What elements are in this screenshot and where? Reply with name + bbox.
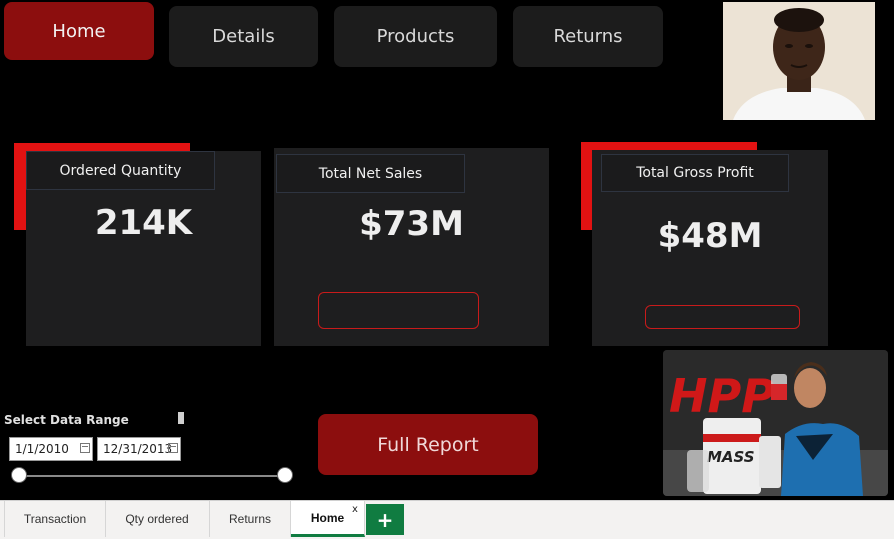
slicer-menu-icon[interactable] [178, 412, 184, 424]
promo-image: HPP MASS [663, 350, 888, 496]
calendar-icon[interactable] [80, 443, 90, 453]
kpi-card-ordered-quantity: Ordered Quantity 214K [26, 151, 261, 346]
tab-returns[interactable]: Returns [210, 501, 291, 537]
nav-products-button[interactable]: Products [334, 6, 497, 67]
full-report-button[interactable]: Full Report [318, 414, 538, 475]
kpi-value: $48M [657, 216, 763, 256]
profile-photo [723, 2, 875, 120]
kpi-empty-slot [645, 305, 800, 329]
kpi-title: Total Gross Profit [601, 154, 789, 192]
kpi-value: 214K [94, 203, 193, 243]
tab-qty-ordered[interactable]: Qty ordered [105, 501, 210, 537]
kpi-card-total-gross-profit: Total Gross Profit $48M [592, 150, 828, 346]
kpi-value: $73M [359, 204, 464, 244]
range-start-handle[interactable] [11, 467, 27, 483]
calendar-icon[interactable] [168, 443, 178, 453]
slicer-title: Select Data Range [4, 413, 129, 427]
date-range-track[interactable] [19, 475, 285, 477]
nav-home-button[interactable]: Home [4, 2, 154, 60]
end-date-input[interactable]: 12/31/2013 [97, 437, 181, 461]
promo-product: MASS [707, 448, 755, 466]
nav-details-button[interactable]: Details [169, 6, 318, 67]
kpi-title: Total Net Sales [276, 154, 465, 193]
promo-brand: HPP [669, 369, 775, 423]
kpi-empty-slot [318, 292, 479, 329]
start-date-input[interactable]: 1/1/2010 [9, 437, 93, 461]
nav-returns-button[interactable]: Returns [513, 6, 663, 67]
kpi-title: Ordered Quantity [26, 151, 215, 190]
add-tab-button[interactable]: + [366, 504, 404, 535]
start-date-value: 1/1/2010 [15, 442, 69, 456]
end-date-value: 12/31/2013 [103, 442, 173, 456]
close-tab-icon[interactable]: x [352, 504, 358, 515]
kpi-card-total-net-sales: Total Net Sales $73M [274, 148, 549, 346]
tab-transaction[interactable]: Transaction [4, 501, 106, 537]
range-end-handle[interactable] [277, 467, 293, 483]
